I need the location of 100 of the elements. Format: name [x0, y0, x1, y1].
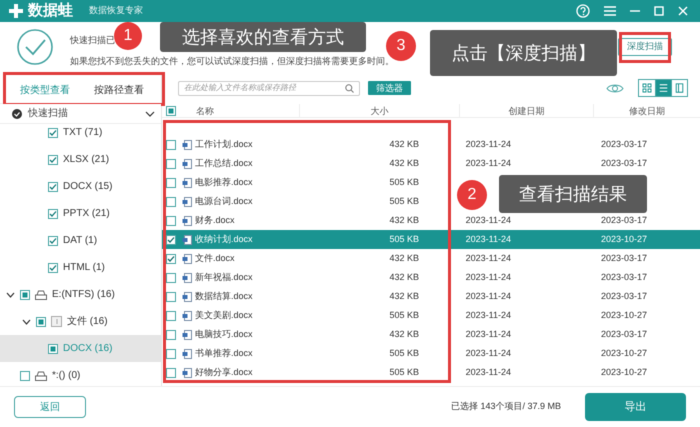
- document-icon: [182, 368, 192, 378]
- deep-scan-button[interactable]: 深度扫描: [618, 38, 672, 56]
- column-header[interactable]: 创建日期: [459, 104, 593, 117]
- checkbox[interactable]: [166, 368, 176, 378]
- back-button[interactable]: 返回: [14, 396, 86, 418]
- file-name: 收纳计划.docx: [195, 232, 253, 246]
- filter-button[interactable]: 筛选器: [368, 81, 411, 95]
- scan-status-text: 快速扫描已: [70, 34, 115, 47]
- callout-label: 点击【深度扫描】: [430, 30, 617, 76]
- tree-item-label[interactable]: DAT (1): [63, 233, 98, 248]
- column-header[interactable]: 大小: [299, 104, 459, 117]
- step-number-badge: 2: [457, 180, 487, 210]
- document-icon: [182, 254, 192, 264]
- modified-date: 2023-03-17: [600, 252, 647, 265]
- document-icon: [182, 272, 192, 282]
- checkbox[interactable]: [166, 330, 176, 340]
- file-size: 505 KB: [388, 232, 419, 246]
- column-header[interactable]: 修改日期: [593, 104, 700, 117]
- file-size: 505 KB: [388, 366, 419, 379]
- file-name: 书单推荐.docx: [195, 346, 253, 360]
- created-date: 2023-11-24: [466, 214, 511, 227]
- help-icon[interactable]: [576, 4, 590, 18]
- tree-item-label[interactable]: PPTX (21): [63, 206, 110, 221]
- document-icon: [182, 292, 192, 302]
- callout-label: 选择喜欢的查看方式: [160, 22, 366, 52]
- modified-date: 2023-10-27: [600, 346, 647, 360]
- export-button[interactable]: 导出: [585, 393, 686, 421]
- chevron-down-icon[interactable]: [22, 318, 31, 324]
- checkbox[interactable]: [166, 272, 176, 282]
- menu-icon[interactable]: [604, 6, 616, 16]
- file-name: 数据结算.docx: [195, 290, 253, 303]
- checkbox[interactable]: [166, 292, 176, 302]
- file-size: 505 KB: [388, 346, 419, 360]
- file-name: 工作计划.docx: [195, 138, 253, 151]
- view-tab[interactable]: 按类型查看: [20, 83, 70, 98]
- checkbox[interactable]: [20, 290, 30, 300]
- file-size: 432 KB: [388, 270, 419, 284]
- file-name: 工作总结.docx: [195, 156, 253, 170]
- created-date: 2023-11-24: [466, 328, 511, 341]
- search-field[interactable]: 在此处输入文件名称或保存路径: [178, 80, 360, 96]
- checkbox[interactable]: [166, 234, 176, 244]
- file-size: 505 KB: [388, 308, 419, 322]
- created-date: 2023-11-24: [466, 270, 511, 284]
- checkbox[interactable]: [166, 106, 176, 116]
- column-header[interactable]: 名称: [180, 104, 299, 117]
- view-tab[interactable]: 按路径查看: [94, 83, 144, 98]
- modified-date: 2023-10-27: [600, 366, 647, 379]
- created-date: 2023-11-24: [466, 156, 511, 170]
- tree-item-label[interactable]: DOCX (15): [63, 179, 112, 194]
- checkbox[interactable]: [48, 128, 58, 138]
- tree-item-label[interactable]: *:() (0): [52, 368, 80, 383]
- document-icon: [182, 196, 192, 206]
- list-view-icon[interactable]: [655, 80, 671, 96]
- modified-date: 2023-03-17: [600, 156, 647, 170]
- checkbox[interactable]: [166, 196, 176, 206]
- chevron-down-icon[interactable]: [145, 110, 155, 116]
- checkbox[interactable]: [48, 236, 58, 246]
- document-icon: [182, 140, 192, 150]
- maximize-icon[interactable]: [654, 6, 664, 16]
- checkbox[interactable]: [166, 140, 176, 150]
- file-size: 505 KB: [388, 194, 419, 208]
- tree-header-label: 快速扫描: [28, 106, 68, 121]
- document-icon: [182, 330, 192, 340]
- checkbox[interactable]: [20, 370, 30, 380]
- file-name: 美文美剧.docx: [195, 308, 253, 322]
- drive-icon: [35, 370, 47, 380]
- tree-item-label[interactable]: E:(NTFS) (16): [52, 287, 115, 302]
- checkbox[interactable]: [166, 216, 176, 226]
- tree-item-label[interactable]: TXT (71): [63, 125, 102, 140]
- checkbox[interactable]: [166, 178, 176, 188]
- checkbox[interactable]: [48, 208, 58, 218]
- created-date: 2023-11-24: [466, 308, 511, 322]
- modified-date: 2023-10-27: [600, 308, 647, 322]
- modified-date: 2023-10-27: [600, 232, 647, 246]
- file-size: 505 KB: [388, 176, 419, 189]
- modified-date: 2023-03-17: [600, 290, 647, 303]
- step-number-badge: 3: [386, 31, 416, 61]
- eye-icon[interactable]: [606, 82, 624, 94]
- created-date: 2023-11-24: [466, 366, 511, 379]
- modified-date: 2023-03-17: [600, 138, 647, 151]
- checkbox[interactable]: [166, 310, 176, 320]
- checkbox[interactable]: [166, 158, 176, 168]
- document-icon: [182, 234, 192, 244]
- checkbox[interactable]: [166, 348, 176, 358]
- checkbox[interactable]: [48, 182, 58, 192]
- tree-item-label[interactable]: 文件 (16): [67, 314, 108, 329]
- file-name: 新年祝福.docx: [195, 270, 253, 284]
- search-icon: [345, 84, 354, 92]
- checkbox[interactable]: [36, 316, 46, 326]
- folder-icon: [51, 316, 62, 327]
- chevron-down-icon[interactable]: [6, 292, 15, 298]
- checkbox[interactable]: [48, 262, 58, 272]
- checkbox[interactable]: [166, 254, 176, 264]
- created-date: 2023-11-24: [466, 290, 511, 303]
- document-icon: [182, 216, 192, 226]
- tree-item-label[interactable]: XLSX (21): [63, 152, 110, 167]
- checkbox[interactable]: [48, 344, 58, 354]
- checkbox[interactable]: [48, 154, 58, 164]
- tree-item-label[interactable]: HTML (1): [63, 260, 105, 275]
- close-icon[interactable]: [678, 6, 688, 16]
